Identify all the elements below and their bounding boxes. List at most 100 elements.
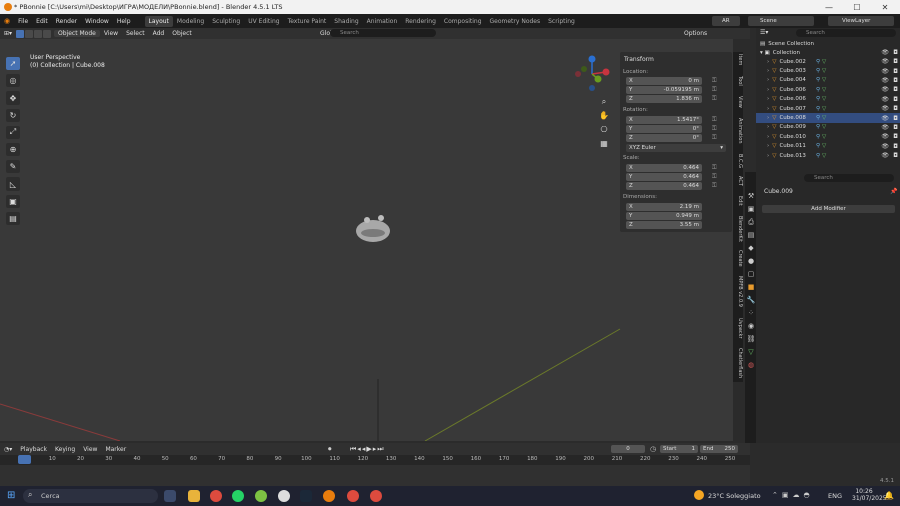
dimensions-x-field[interactable]: X 2.19 m <box>626 203 702 211</box>
lock-icon[interactable]: ⚿ <box>712 86 717 94</box>
scale-x-field[interactable]: X 0.464 <box>626 164 702 172</box>
blender-icon[interactable] <box>323 490 335 502</box>
menu-select[interactable]: Select <box>122 30 149 37</box>
zoom-icon[interactable]: ⌕ <box>598 95 610 109</box>
viewport-options-button[interactable]: Options <box>684 28 728 39</box>
tab-geometry-nodes[interactable]: Geometry Nodes <box>486 16 545 27</box>
outliner-item[interactable]: › ▽ Cube.009 ⚲ ▽ 👁 ◘ <box>756 123 900 132</box>
eye-icon[interactable]: 👁 <box>881 152 889 159</box>
close-button[interactable]: ✕ <box>871 0 899 14</box>
outliner-editor-icon[interactable]: ☰▾ <box>760 29 768 36</box>
ortho-grid-icon[interactable]: ▦ <box>598 137 610 151</box>
end-frame-field[interactable]: End 250 <box>700 445 738 453</box>
tab-layout[interactable]: Layout <box>144 15 173 27</box>
camera-icon[interactable]: ◘ <box>893 77 898 84</box>
modifier-icon[interactable]: ⚲ <box>816 134 820 140</box>
camera-icon[interactable]: ◘ <box>893 143 898 150</box>
outliner-item[interactable]: › ▽ Cube.003 ⚲ ▽ 👁 ◘ <box>756 66 900 75</box>
camera-icon[interactable]: ◘ <box>893 58 898 65</box>
modifier-icon[interactable]: ⚲ <box>816 59 820 65</box>
modifier-icon[interactable]: ⚲ <box>816 68 820 74</box>
whatsapp-icon[interactable] <box>232 490 244 502</box>
expand-arrow-icon[interactable]: › <box>767 68 769 74</box>
app-icon[interactable] <box>255 490 267 502</box>
mode-selector[interactable]: Object Mode <box>54 30 100 37</box>
notification-bell-icon[interactable]: 🔔 <box>884 491 894 500</box>
rotate-tool-icon[interactable]: ↻ <box>6 108 20 122</box>
taskbar-search-input[interactable]: Cerca <box>23 489 158 503</box>
tab-modeling[interactable]: Modeling <box>173 16 208 27</box>
expand-arrow-icon[interactable]: › <box>767 96 769 102</box>
expand-arrow-icon[interactable]: › <box>767 153 769 159</box>
tab-scripting[interactable]: Scripting <box>544 16 579 27</box>
lock-icon[interactable]: ⚿ <box>712 125 717 133</box>
clock[interactable]: 10:26 31/07/2025 <box>852 488 887 502</box>
modifier-icon[interactable]: ⚲ <box>816 115 820 121</box>
tab-sculpting[interactable]: Sculpting <box>208 16 244 27</box>
move-tool-icon[interactable]: ✥ <box>6 91 20 105</box>
eye-icon[interactable]: 👁 <box>881 105 889 112</box>
camera-icon[interactable]: ◘ <box>893 105 898 112</box>
location-z-field[interactable]: Z 1.836 m <box>626 95 702 103</box>
tab-shading[interactable]: Shading <box>330 16 362 27</box>
select-subtract-icon[interactable] <box>34 29 43 38</box>
menu-help[interactable]: Help <box>113 18 135 25</box>
timeline-marker-menu[interactable]: Marker <box>101 446 130 453</box>
eye-icon[interactable]: 👁 <box>881 96 889 103</box>
chrome-icon[interactable] <box>210 490 222 502</box>
windows-start-icon[interactable]: ⊞ <box>7 491 17 501</box>
select-box-icon[interactable] <box>16 29 25 38</box>
select-tool-icon[interactable]: ➚ <box>6 57 20 71</box>
menu-edit[interactable]: Edit <box>32 18 52 25</box>
scale-z-field[interactable]: Z 0.464 <box>626 182 702 190</box>
outliner-item[interactable]: › ▽ Cube.002 ⚲ ▽ 👁 ◘ <box>756 57 900 66</box>
add-object-tool-icon[interactable]: ▤ <box>6 211 20 226</box>
eye-icon[interactable]: 👁 <box>881 124 889 131</box>
cursor-tool-icon[interactable]: ◎ <box>6 74 20 88</box>
lock-icon[interactable]: ⚿ <box>712 116 717 124</box>
eye-icon[interactable]: 👁 <box>881 77 889 84</box>
mesh-data-icon[interactable]: ▽ <box>822 77 826 83</box>
expand-arrow-icon[interactable]: › <box>767 115 769 121</box>
outliner-item[interactable]: › ▽ Cube.006 ⚲ ▽ 👁 ◘ <box>756 85 900 94</box>
start-frame-field[interactable]: Start 1 <box>660 445 698 453</box>
camera-icon[interactable]: ◘ <box>893 133 898 140</box>
unreal-icon[interactable] <box>278 490 290 502</box>
menu-window[interactable]: Window <box>81 18 113 25</box>
language-indicator[interactable]: ENG <box>828 492 842 500</box>
eye-icon[interactable]: 👁 <box>881 115 889 122</box>
tab-animation-side[interactable]: Animation <box>733 118 743 144</box>
menu-object[interactable]: Object <box>168 30 196 37</box>
timeline-playback-menu[interactable]: Playback <box>16 446 51 453</box>
frame-ruler[interactable]: 0102030405060708090100110120130140150160… <box>0 455 750 465</box>
lock-icon[interactable]: ⚿ <box>712 95 717 103</box>
measure-tool-icon[interactable]: ◺ <box>6 177 20 191</box>
modifier-icon[interactable]: ⚲ <box>816 96 820 102</box>
eye-icon[interactable]: 👁 <box>881 58 889 65</box>
playback-controls[interactable]: ⏮◂◂▶▸⏭ <box>350 445 385 454</box>
rotation-y-field[interactable]: Y 0° <box>626 125 702 133</box>
tab-create[interactable]: Create <box>733 250 743 267</box>
tab-item[interactable]: Item <box>733 54 743 65</box>
mesh-data-icon[interactable]: ▽ <box>822 124 826 130</box>
tab-mpfb[interactable]: MPFB v2.0.9 <box>733 276 743 307</box>
navigation-gizmo[interactable] <box>572 54 612 94</box>
scene-selector[interactable]: Scene <box>748 16 814 26</box>
mesh-data-icon[interactable]: ▽ <box>822 134 826 140</box>
camera-view-icon[interactable]: ⎔ <box>598 123 610 137</box>
outliner-item[interactable]: › ▽ Cube.006 ⚲ ▽ 👁 ◘ <box>756 95 900 104</box>
pan-hand-icon[interactable]: ✋ <box>598 109 610 123</box>
camera-icon[interactable]: ◘ <box>893 115 898 122</box>
menu-render[interactable]: Render <box>52 18 81 25</box>
outliner-item[interactable]: › ▽ Cube.007 ⚲ ▽ 👁 ◘ <box>756 104 900 113</box>
camera-icon[interactable]: ◘ <box>893 49 898 56</box>
tab-act[interactable]: ACT <box>733 176 743 186</box>
menu-view[interactable]: View <box>100 30 122 37</box>
tab-uvpackr[interactable]: Uvpackr <box>733 318 743 339</box>
annotate-tool-icon[interactable]: ✎ <box>6 160 20 174</box>
eye-icon[interactable]: 👁 <box>881 86 889 93</box>
modifier-icon[interactable]: ⚲ <box>816 143 820 149</box>
tab-tool[interactable]: Tool <box>733 76 743 86</box>
scale-y-field[interactable]: Y 0.464 <box>626 173 702 181</box>
select-extend-icon[interactable] <box>25 29 34 38</box>
